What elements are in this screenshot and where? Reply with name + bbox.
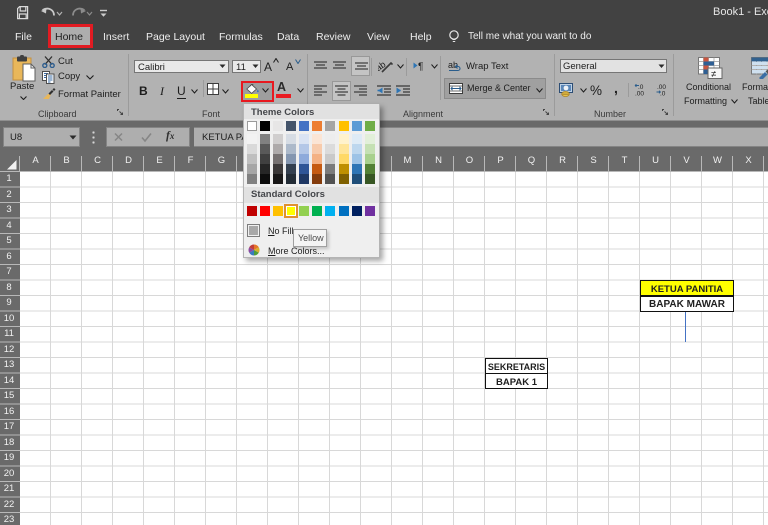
svg-text:¶: ¶ [418, 62, 423, 72]
svg-text:.00: .00 [635, 91, 644, 97]
svg-text:≠: ≠ [711, 69, 716, 79]
svg-text:.0: .0 [660, 91, 666, 97]
